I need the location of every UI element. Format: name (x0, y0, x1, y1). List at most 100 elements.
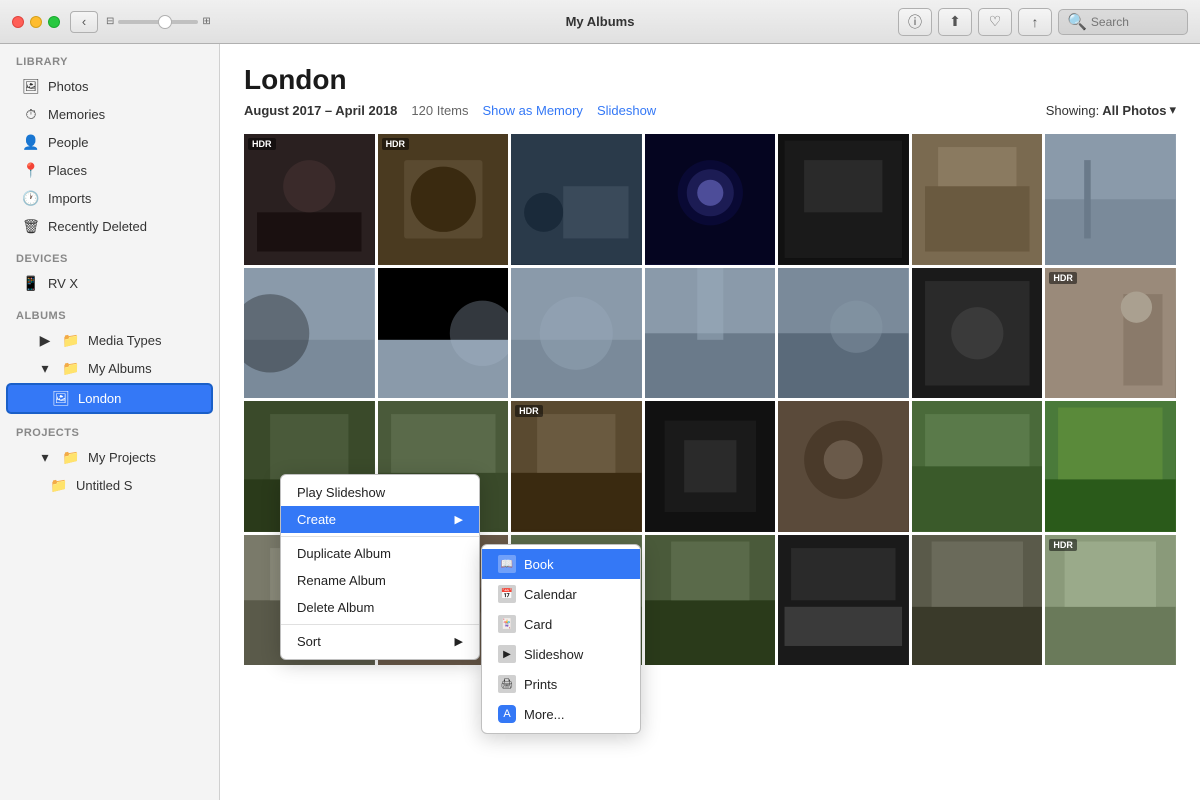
photo-cell[interactable] (912, 134, 1043, 265)
minimize-button[interactable] (30, 16, 42, 28)
photo-cell[interactable] (645, 535, 776, 666)
sidebar-item-label: Media Types (88, 333, 161, 348)
ctx-rename-album[interactable]: Rename Album (281, 567, 479, 594)
photo-cell[interactable] (645, 134, 776, 265)
showing-chevron: ▾ (1169, 102, 1176, 118)
sidebar-item-label: My Projects (88, 450, 156, 465)
slideshow-link[interactable]: Slideshow (597, 103, 656, 118)
ctx-duplicate-album[interactable]: Duplicate Album (281, 540, 479, 567)
photo-cell[interactable] (912, 268, 1043, 399)
context-menu: Play Slideshow Create ▶ 📖 Book 📅 Calenda… (280, 474, 480, 660)
ctx-sort-label: Sort (297, 634, 321, 649)
photo-cell[interactable] (912, 401, 1043, 532)
recently-deleted-icon: 🗑 (22, 218, 40, 235)
zoom-track[interactable] (118, 20, 198, 24)
photo-cell[interactable]: HDR (244, 134, 375, 265)
submenu-label: Book (524, 557, 554, 572)
photo-cell[interactable] (778, 401, 909, 532)
favorite-button[interactable]: ♡ (978, 8, 1012, 36)
window-title: My Albums (566, 14, 635, 29)
sidebar-item-media-types[interactable]: ▶ 📁 Media Types (6, 327, 213, 354)
photo-cell[interactable] (244, 268, 375, 399)
ctx-separator (281, 536, 479, 537)
photo-cell[interactable] (912, 535, 1043, 666)
back-button[interactable]: ‹ (70, 11, 98, 33)
submenu-label: Calendar (524, 587, 577, 602)
prints-icon: 🖨 (498, 675, 516, 693)
photo-cell[interactable] (1045, 134, 1176, 265)
maximize-button[interactable] (48, 16, 60, 28)
sidebar-item-label: Memories (48, 107, 105, 122)
sidebar-item-label: Photos (48, 79, 88, 94)
ctx-delete-album[interactable]: Delete Album (281, 594, 479, 621)
search-input[interactable] (1091, 15, 1179, 29)
photo-cell[interactable] (511, 134, 642, 265)
submenu-more[interactable]: A More... (482, 699, 640, 729)
hdr-badge: HDR (1049, 272, 1077, 284)
close-button[interactable] (12, 16, 24, 28)
sidebar-item-label: London (78, 391, 121, 406)
sidebar: Library 🖼 Photos ⏱ Memories 👤 People 📍 P… (0, 44, 220, 800)
share-button[interactable]: ⬆ (938, 8, 972, 36)
submenu-book[interactable]: 📖 Book (482, 549, 640, 579)
sidebar-item-memories[interactable]: ⏱ Memories (6, 101, 213, 128)
submenu-label: Card (524, 617, 552, 632)
sidebar-item-recently-deleted[interactable]: 🗑 Recently Deleted (6, 213, 213, 240)
sidebar-item-photos[interactable]: 🖼 Photos (6, 73, 213, 100)
ctx-play-slideshow[interactable]: Play Slideshow (281, 479, 479, 506)
submenu-card[interactable]: 🃏 Card (482, 609, 640, 639)
chevron-right-icon: ▶ (36, 332, 54, 349)
photo-cell[interactable] (778, 268, 909, 399)
photo-cell[interactable] (1045, 401, 1176, 532)
showing-control[interactable]: Showing: All Photos ▾ (1046, 102, 1176, 118)
sidebar-item-rv-x[interactable]: 📱 RV X (6, 270, 213, 297)
calendar-icon: 📅 (498, 585, 516, 603)
sidebar-item-places[interactable]: 📍 Places (6, 157, 213, 184)
zoom-slider[interactable]: ⊟ ⊞ (106, 16, 211, 27)
photo-cell[interactable]: HDR (1045, 268, 1176, 399)
card-icon: 🃏 (498, 615, 516, 633)
ctx-sort[interactable]: Sort ▶ (281, 628, 479, 655)
photo-cell[interactable] (778, 535, 909, 666)
device-icon: 📱 (22, 275, 40, 292)
ctx-separator-2 (281, 624, 479, 625)
zoom-thumb[interactable] (158, 15, 172, 29)
zoom-large-icon: ⊞ (202, 16, 210, 27)
search-icon: 🔍 (1067, 12, 1087, 32)
sidebar-item-my-albums[interactable]: ▾ 📁 My Albums (6, 355, 213, 382)
photo-cell[interactable] (378, 268, 509, 399)
content-area: London August 2017 – April 2018 120 Item… (220, 44, 1200, 800)
photo-cell[interactable] (778, 134, 909, 265)
untitled-icon: 📁 (50, 477, 68, 494)
sidebar-item-my-projects[interactable]: ▾ 📁 My Projects (6, 444, 213, 471)
photo-cell[interactable]: HDR (378, 134, 509, 265)
sidebar-item-people[interactable]: 👤 People (6, 129, 213, 156)
hdr-badge: HDR (1049, 539, 1077, 551)
sidebar-item-london[interactable]: 🖼 London (6, 383, 213, 414)
photo-cell[interactable] (645, 401, 776, 532)
ctx-sort-arrow: ▶ (455, 635, 463, 648)
search-box[interactable]: 🔍 (1058, 9, 1188, 35)
info-button[interactable]: ⓘ (898, 8, 932, 36)
photo-cell[interactable] (645, 268, 776, 399)
ctx-create-label: Create (297, 512, 336, 527)
my-albums-icon: 📁 (62, 360, 80, 377)
memories-icon: ⏱ (22, 106, 40, 123)
ctx-create[interactable]: Create ▶ 📖 Book 📅 Calendar 🃏 Card (281, 506, 479, 533)
photos-icon: 🖼 (22, 78, 40, 95)
submenu-slideshow[interactable]: ▶ Slideshow (482, 639, 640, 669)
submenu-prints[interactable]: 🖨 Prints (482, 669, 640, 699)
sidebar-item-imports[interactable]: 🕐 Imports (6, 185, 213, 212)
sidebar-item-label: People (48, 135, 88, 150)
sidebar-item-untitled[interactable]: 📁 Untitled S (6, 472, 213, 499)
photo-cell[interactable]: HDR (1045, 535, 1176, 666)
chevron-down-icon: ▾ (36, 449, 54, 466)
photo-cell[interactable]: HDR (511, 401, 642, 532)
hdr-badge: HDR (515, 405, 543, 417)
hdr-badge: HDR (248, 138, 276, 150)
hdr-badge: HDR (382, 138, 410, 150)
submenu-calendar[interactable]: 📅 Calendar (482, 579, 640, 609)
show-as-memory-link[interactable]: Show as Memory (483, 103, 583, 118)
photo-cell[interactable] (511, 268, 642, 399)
export-button[interactable]: ↑ (1018, 8, 1052, 36)
